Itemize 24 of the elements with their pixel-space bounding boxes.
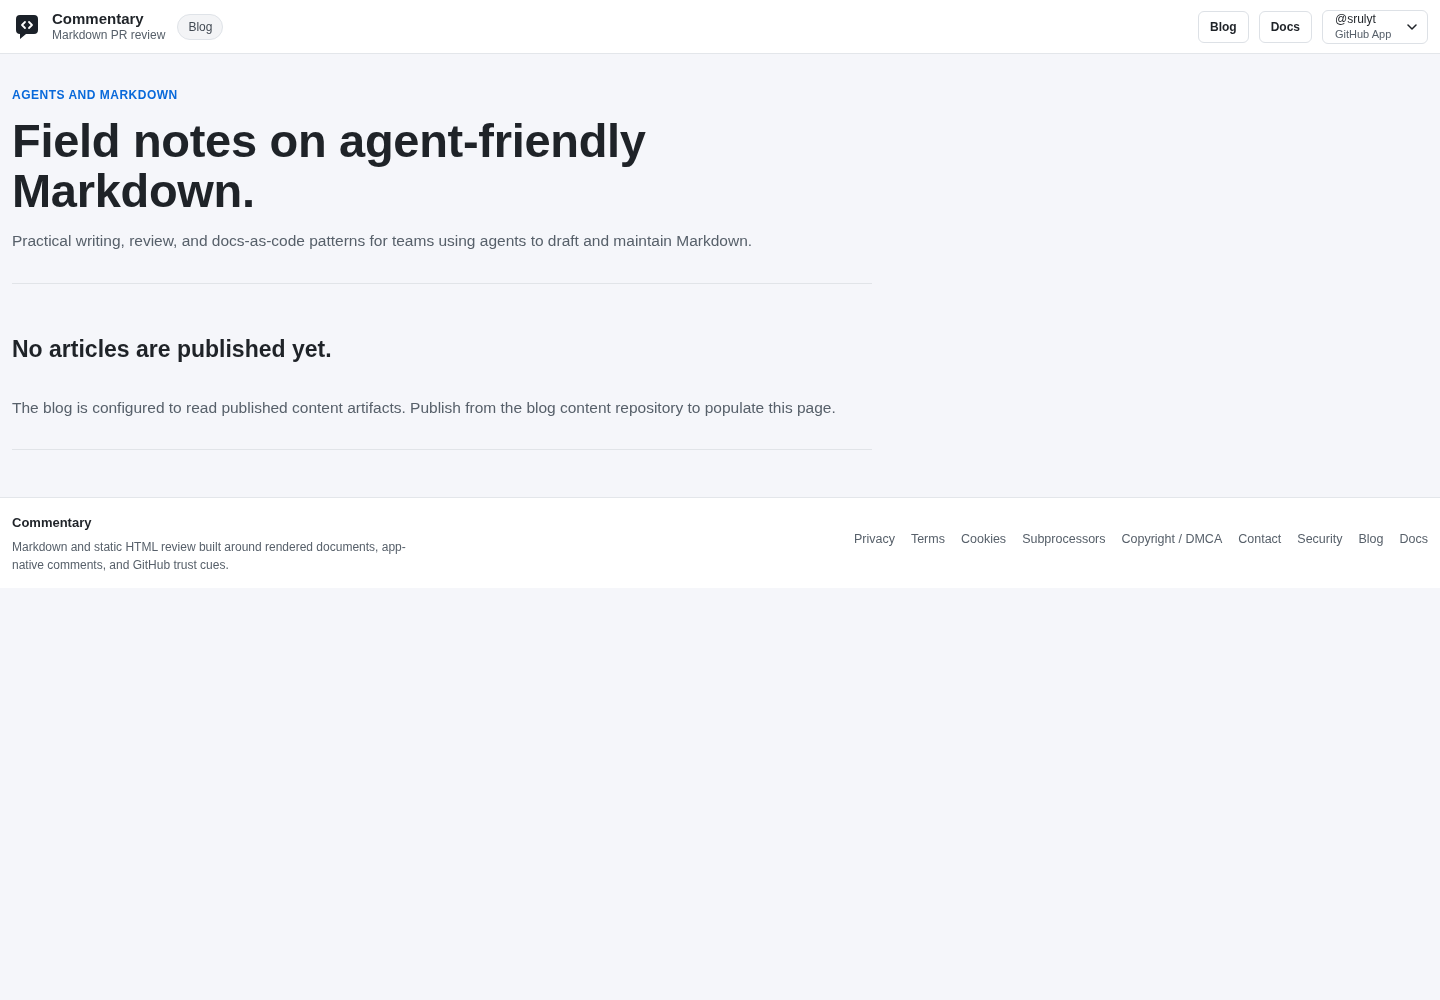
footer-link[interactable]: Cookies: [960, 532, 1007, 546]
footer-link[interactable]: Contact: [1238, 532, 1282, 546]
section-badge: Blog: [177, 13, 224, 40]
chevron-down-icon: [1407, 23, 1417, 30]
brand-tagline: Markdown PR review: [52, 28, 166, 43]
chat-code-icon: [16, 14, 38, 39]
footer-link[interactable]: Terms: [910, 532, 945, 546]
footer-link[interactable]: Blog: [1358, 532, 1384, 546]
nav-button[interactable]: Blog: [1198, 10, 1249, 43]
footer-brand: Commentary: [12, 514, 93, 532]
page-title: Field notes on agent-friendly Markdown.: [12, 116, 647, 216]
nav-button[interactable]: Docs: [1258, 10, 1312, 43]
footer-link[interactable]: Security: [1297, 532, 1343, 546]
footer-link[interactable]: Subprocessors: [1022, 532, 1106, 546]
empty-state-title: No articles are published yet.: [12, 335, 333, 363]
brand-name: Commentary: [52, 10, 145, 28]
eyebrow-label: AGENTS AND MARKDOWN: [12, 88, 179, 102]
footer-link[interactable]: Docs: [1399, 532, 1428, 546]
account-menu-button[interactable]: @srulyt GitHub App: [1322, 9, 1428, 44]
footer-link[interactable]: Copyright / DMCA: [1121, 532, 1223, 546]
footer-link[interactable]: Privacy: [853, 532, 895, 546]
page-subtitle: Practical writing, review, and docs-as-code patterns for teams using agents to draft and maintain Markdown.: [12, 231, 754, 251]
empty-state-message: The blog is configured to read published content artifacts. Publish from the blog content repository to populate this page.: [12, 398, 837, 418]
footer-description: Markdown and static HTML review built around rendered documents, app-native comments, and GitHub trust cues.: [12, 539, 407, 574]
